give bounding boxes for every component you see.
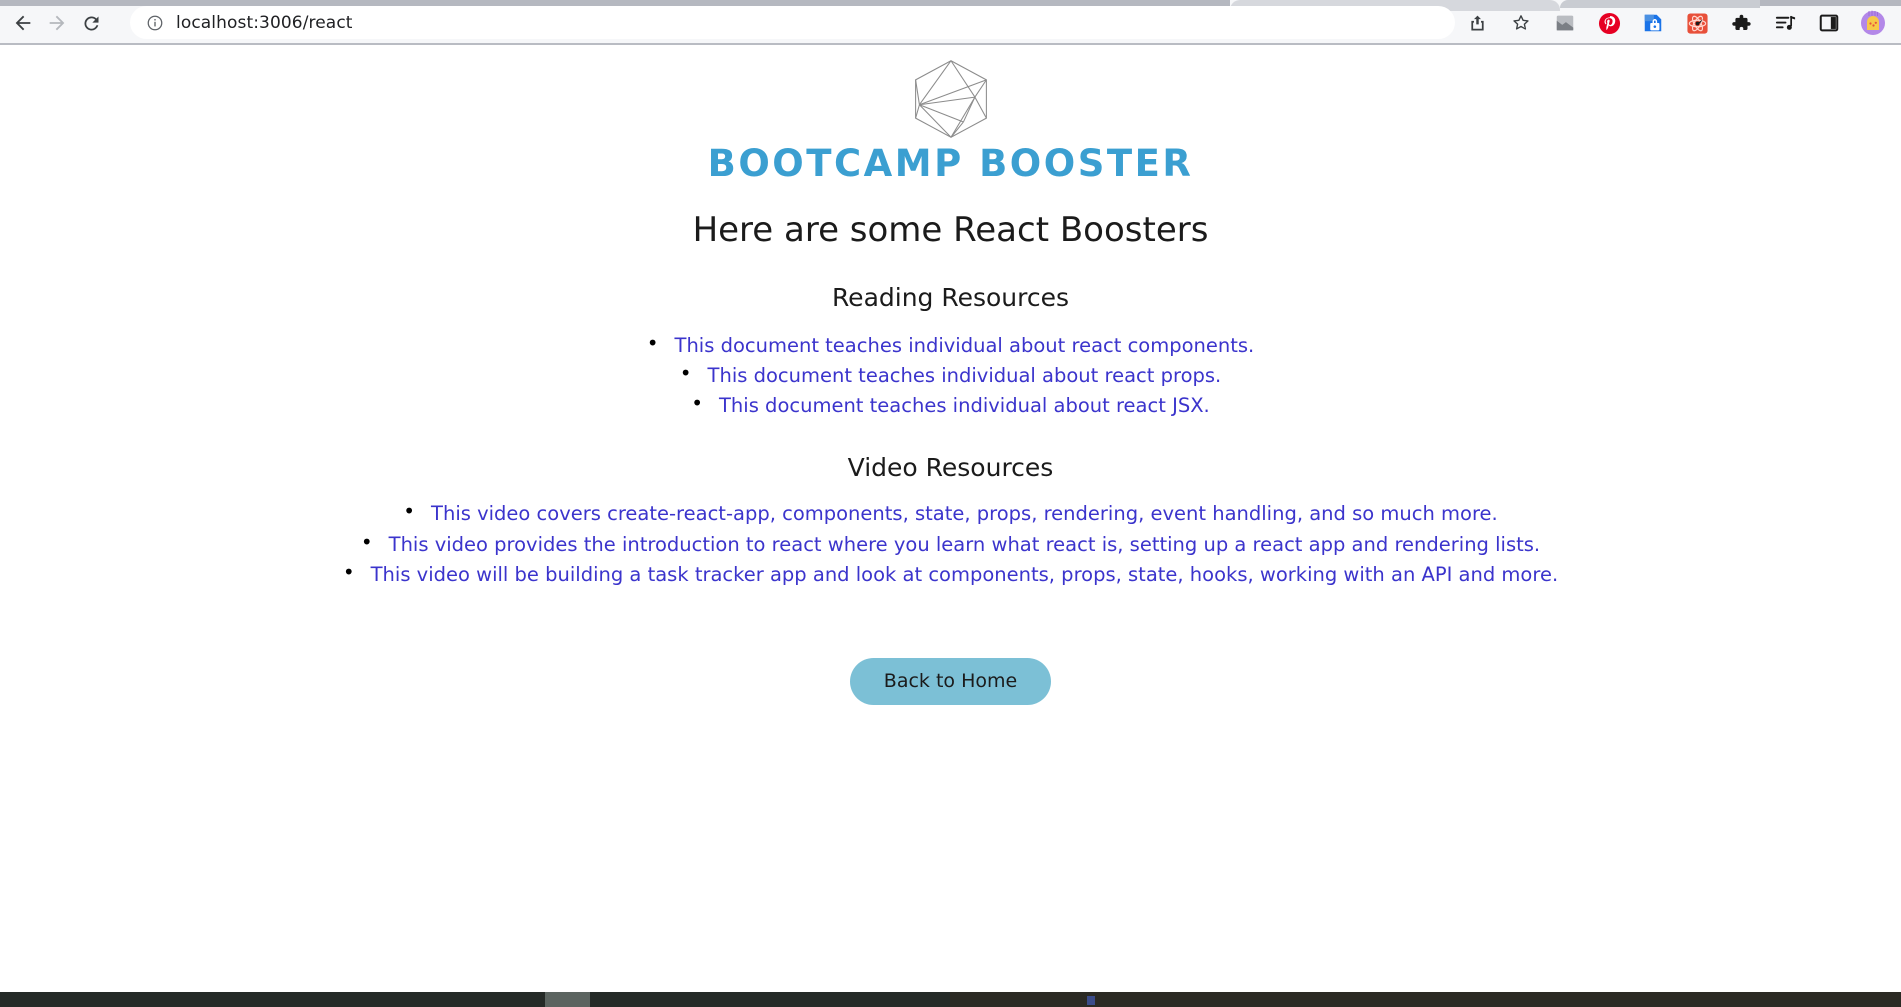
list-item: • This document teaches individual about … <box>0 361 1901 391</box>
side-panel-icon[interactable] <box>1812 6 1846 40</box>
list-item: • This video will be building a task trac… <box>0 560 1901 590</box>
profile-avatar-icon[interactable] <box>1856 6 1890 40</box>
video-resource-link-3[interactable]: This video will be building a task track… <box>371 563 1559 586</box>
bullet-icon: • <box>691 391 704 416</box>
page-viewport: BOOTCAMP BOOSTER Here are some React Boo… <box>0 45 1901 992</box>
list-item: • This document teaches individual about … <box>0 331 1901 361</box>
reload-button[interactable] <box>76 8 106 38</box>
bullet-icon: • <box>403 499 416 524</box>
address-bar[interactable]: localhost:3006/react <box>130 6 1455 39</box>
reading-resource-link-2[interactable]: This document teaches individual about r… <box>708 364 1222 387</box>
bullet-icon: • <box>360 529 373 554</box>
back-arrow-icon <box>12 12 34 34</box>
forward-button[interactable] <box>42 8 72 38</box>
taskbar-active-window[interactable] <box>545 992 590 1007</box>
video-resource-link-2[interactable]: This video provides the introduction to … <box>389 533 1540 556</box>
react-devtools-icon[interactable] <box>1680 6 1714 40</box>
media-playlist-icon[interactable] <box>1768 6 1802 40</box>
toolbar-actions <box>1455 5 1901 41</box>
list-item: • This video covers create-react-app, com… <box>0 499 1901 529</box>
share-icon[interactable] <box>1460 6 1494 40</box>
icosahedron-wireframe-logo <box>896 45 1006 143</box>
grayscale-extension-icon[interactable] <box>1548 6 1582 40</box>
reading-resource-link-1[interactable]: This document teaches individual about r… <box>675 334 1255 357</box>
list-item: • This video provides the introduction to… <box>0 530 1901 560</box>
reload-icon <box>81 13 102 34</box>
browser-chrome: localhost:3006/react <box>0 0 1901 45</box>
video-resource-link-1[interactable]: This video covers create-react-app, comp… <box>431 502 1498 525</box>
taskbar-indicator[interactable] <box>1087 996 1095 1005</box>
pinterest-icon[interactable] <box>1592 6 1626 40</box>
back-to-home-wrapper: Back to Home <box>0 657 1901 705</box>
section-heading-video: Video Resources <box>847 453 1054 483</box>
reading-resource-link-3[interactable]: This document teaches individual about r… <box>719 394 1210 417</box>
url-text[interactable]: localhost:3006/react <box>176 13 353 33</box>
list-item: • This document teaches individual about … <box>0 391 1901 421</box>
page-content: BOOTCAMP BOOSTER Here are some React Boo… <box>0 45 1901 705</box>
forward-arrow-icon <box>46 12 68 34</box>
page-title: Here are some React Boosters <box>692 209 1209 250</box>
brand-wordmark: BOOTCAMP BOOSTER <box>707 142 1194 185</box>
extensions-puzzle-icon[interactable] <box>1724 6 1758 40</box>
back-button[interactable] <box>8 8 38 38</box>
password-manager-icon[interactable] <box>1636 6 1670 40</box>
video-resources-list: • This video covers create-react-app, com… <box>0 499 1901 590</box>
section-heading-reading: Reading Resources <box>831 282 1070 312</box>
bookmark-star-icon[interactable] <box>1504 6 1538 40</box>
back-to-home-button[interactable]: Back to Home <box>849 657 1052 705</box>
bullet-icon: • <box>679 360 692 385</box>
reading-resources-list: • This document teaches individual about … <box>0 331 1901 422</box>
info-circle-icon[interactable] <box>146 14 164 32</box>
bullet-icon: • <box>646 330 659 355</box>
bullet-icon: • <box>342 559 355 584</box>
os-taskbar <box>0 992 1901 1007</box>
